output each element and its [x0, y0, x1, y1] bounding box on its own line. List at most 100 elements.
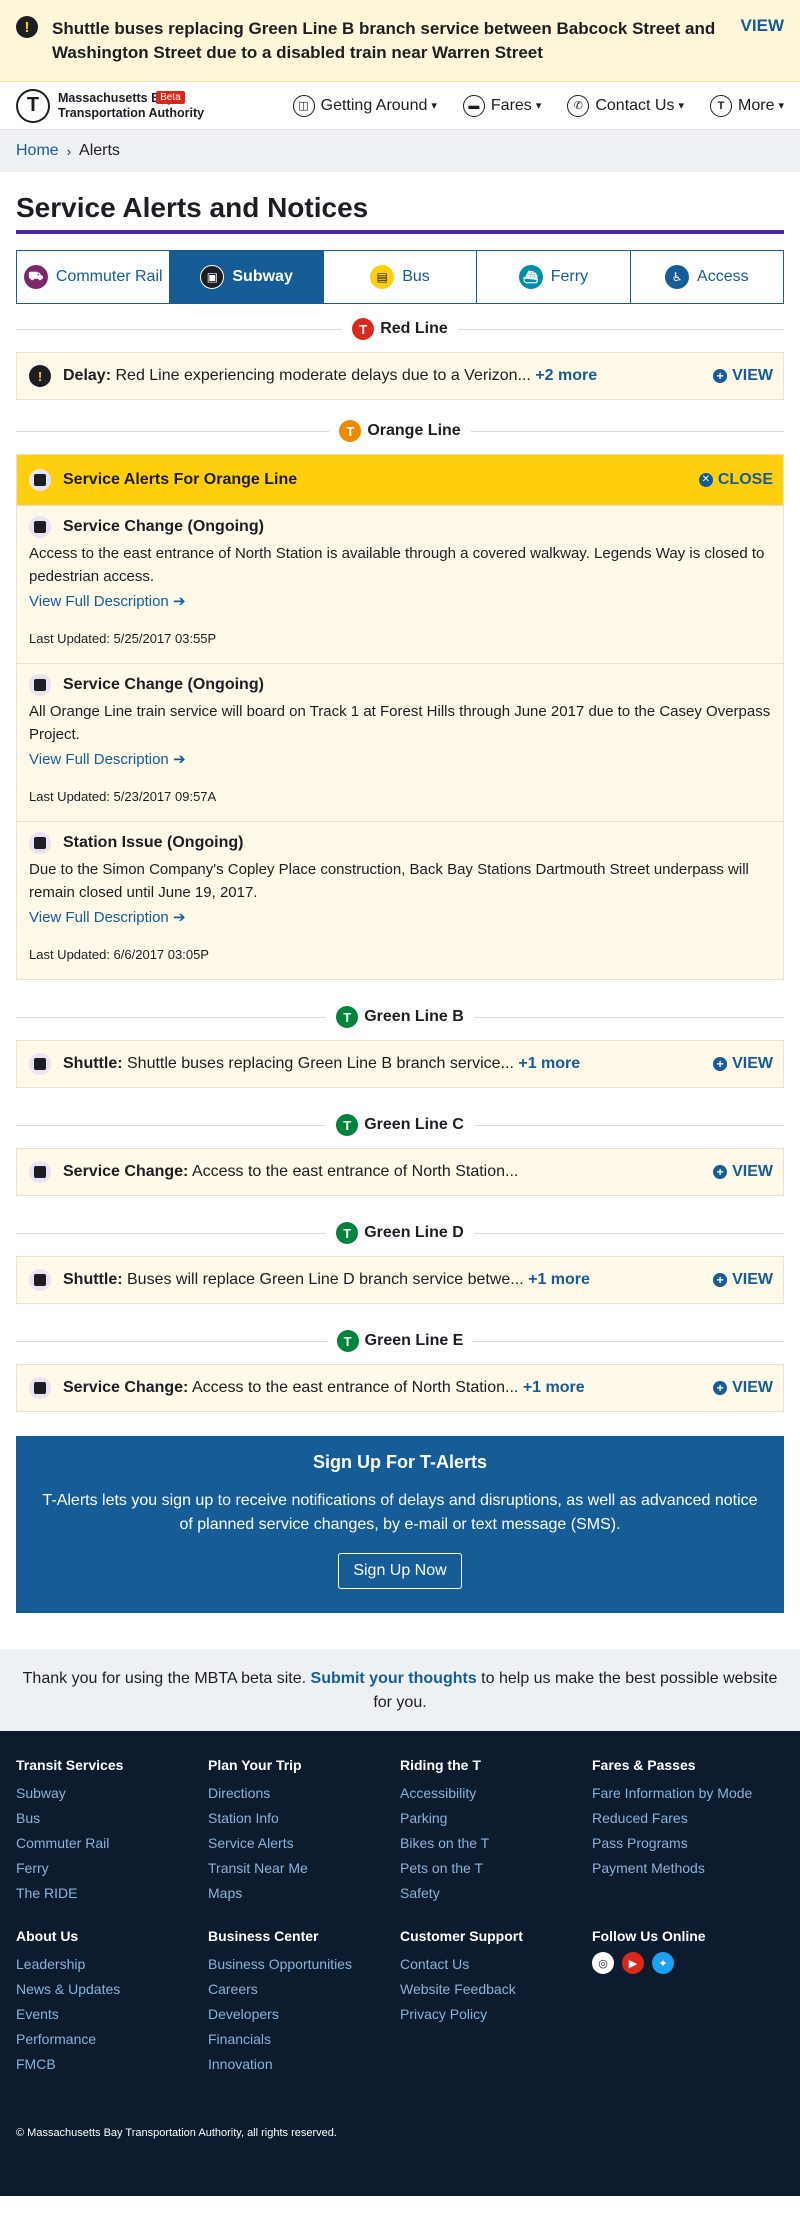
- subway-alert-icon: [29, 1377, 51, 1399]
- footer-link[interactable]: Developers: [208, 2002, 400, 2027]
- nav-contact-us[interactable]: ✆ Contact Us ▾: [567, 94, 685, 117]
- orange-line-icon: T: [339, 420, 362, 442]
- page-title: Service Alerts and Notices: [16, 192, 784, 234]
- map-icon: ◫: [292, 94, 315, 117]
- footer-link[interactable]: Subway: [16, 1781, 208, 1806]
- chevron-down-icon: ▾: [678, 100, 685, 112]
- plus-circle-icon: +: [713, 369, 728, 383]
- footer-link[interactable]: Ferry: [16, 1856, 208, 1881]
- close-icon: ✕: [698, 473, 713, 487]
- mbta-logo[interactable]: T Massachusetts Bay Transportation Autho…: [16, 88, 204, 123]
- footer-link[interactable]: Fare Information by Mode: [592, 1781, 784, 1806]
- warning-icon: !: [29, 365, 51, 387]
- footer-link[interactable]: Leadership: [16, 1952, 208, 1977]
- chevron-down-icon: ▾: [535, 100, 542, 112]
- view-button[interactable]: + VIEW: [713, 1379, 773, 1397]
- footer-link[interactable]: Careers: [208, 1977, 400, 2002]
- green-line-icon: T: [336, 1222, 359, 1244]
- t-more-icon: T: [710, 94, 733, 117]
- tab-bus[interactable]: ▤ Bus: [324, 251, 478, 303]
- twitter-icon[interactable]: ✦: [652, 1952, 674, 1974]
- footer-link[interactable]: Accessibility: [400, 1781, 592, 1806]
- sign-up-button[interactable]: Sign Up Now: [338, 1553, 462, 1589]
- footer-link[interactable]: Payment Methods: [592, 1856, 784, 1881]
- card-icon: ▬: [462, 94, 485, 117]
- beta-badge: Beta: [156, 90, 185, 104]
- green-line-d-alert[interactable]: Shuttle: Buses will replace Green Line D…: [16, 1256, 784, 1304]
- view-button[interactable]: + VIEW: [713, 1055, 773, 1073]
- tab-ferry[interactable]: ⛴ Ferry: [477, 251, 631, 303]
- nav-getting-around[interactable]: ◫ Getting Around ▾: [292, 94, 437, 117]
- footer-link[interactable]: Transit Near Me: [208, 1856, 400, 1881]
- alert-entry: Station Issue (Ongoing) Due to the Simon…: [17, 821, 783, 979]
- close-button[interactable]: ✕ CLOSE: [698, 471, 773, 489]
- footer-link[interactable]: Privacy Policy: [400, 2002, 592, 2027]
- signup-title: Sign Up For T-Alerts: [312, 1452, 487, 1472]
- footer-link[interactable]: The RIDE: [16, 1881, 208, 1906]
- view-button[interactable]: + VIEW: [713, 1271, 773, 1289]
- view-full-description-link[interactable]: View Full Description ➔: [29, 908, 186, 926]
- footer-link[interactable]: Pets on the T: [400, 1856, 592, 1881]
- green-line-e-alert[interactable]: Service Change: Access to the east entra…: [16, 1364, 784, 1412]
- footer-link[interactable]: Innovation: [208, 2052, 400, 2077]
- view-button[interactable]: + VIEW: [713, 367, 773, 385]
- view-full-description-link[interactable]: View Full Description ➔: [29, 750, 186, 768]
- tab-commuter-rail[interactable]: ⛟ Commuter Rail: [17, 251, 171, 303]
- footer-link[interactable]: Parking: [400, 1806, 592, 1831]
- footer-col-business-center: Business Center Business Opportunities C…: [208, 1928, 400, 2077]
- nav-more[interactable]: T More ▾: [710, 94, 784, 117]
- footer-link[interactable]: FMCB: [16, 2052, 208, 2077]
- subway-alert-icon: [29, 469, 51, 491]
- footer-col-about-us: About Us Leadership News & Updates Event…: [16, 1928, 208, 2077]
- breadcrumb-home[interactable]: Home: [16, 142, 59, 160]
- green-line-b-heading: T Green Line B: [16, 1006, 785, 1028]
- footer-link[interactable]: Reduced Fares: [592, 1806, 784, 1831]
- submit-thoughts-link[interactable]: Submit your thoughts: [311, 1670, 477, 1687]
- footer-link[interactable]: Financials: [208, 2027, 400, 2052]
- youtube-icon[interactable]: ▶: [622, 1952, 644, 1974]
- green-line-icon: T: [336, 1114, 359, 1136]
- plus-circle-icon: +: [713, 1273, 728, 1287]
- footer-link[interactable]: Performance: [16, 2027, 208, 2052]
- footer-col-fares-passes: Fares & Passes Fare Information by Mode …: [592, 1757, 784, 1906]
- subway-alert-icon: [29, 832, 51, 854]
- breadcrumb-current: Alerts: [79, 142, 120, 159]
- green-line-c-alert[interactable]: Service Change: Access to the east entra…: [16, 1148, 784, 1196]
- footer-link[interactable]: Commuter Rail: [16, 1831, 208, 1856]
- tab-access[interactable]: ♿ Access: [631, 251, 783, 303]
- footer-link[interactable]: Maps: [208, 1881, 400, 1906]
- footer-link[interactable]: Bikes on the T: [400, 1831, 592, 1856]
- phone-icon: ✆: [567, 94, 590, 117]
- footer-link[interactable]: Website Feedback: [400, 1977, 592, 2002]
- subway-alert-icon: [29, 1269, 51, 1291]
- green-line-c-heading: T Green Line C: [16, 1114, 785, 1136]
- footer-link[interactable]: Safety: [400, 1881, 592, 1906]
- footer-link[interactable]: Business Opportunities: [208, 1952, 400, 1977]
- banner-text: Shuttle buses replacing Green Line B bra…: [52, 18, 716, 62]
- footer-link[interactable]: Pass Programs: [592, 1831, 784, 1856]
- footer-link[interactable]: Bus: [16, 1806, 208, 1831]
- footer-link[interactable]: Station Info: [208, 1806, 400, 1831]
- view-full-description-link[interactable]: View Full Description ➔: [29, 592, 186, 610]
- footer-link[interactable]: Contact Us: [400, 1952, 592, 1977]
- footer-link[interactable]: Service Alerts: [208, 1831, 400, 1856]
- main-content: Service Alerts and Notices ⛟ Commuter Ra…: [0, 192, 800, 1613]
- footer-link[interactable]: News & Updates: [16, 1977, 208, 2002]
- site-header: T Massachusetts Bay Transportation Autho…: [0, 82, 800, 130]
- plus-circle-icon: +: [713, 1057, 728, 1071]
- top-alert-banner: ! Shuttle buses replacing Green Line B b…: [0, 0, 800, 82]
- alert-entry: Service Change (Ongoing) Access to the e…: [17, 505, 783, 663]
- breadcrumb: Home › Alerts: [0, 130, 800, 172]
- footer-link[interactable]: Events: [16, 2002, 208, 2027]
- green-line-b-alert[interactable]: Shuttle: Shuttle buses replacing Green L…: [16, 1040, 784, 1088]
- footer-link[interactable]: Directions: [208, 1781, 400, 1806]
- red-line-alert[interactable]: ! Delay: Red Line experiencing moderate …: [16, 352, 784, 400]
- tab-subway[interactable]: ▣ Subway: [170, 251, 324, 303]
- banner-view-link[interactable]: VIEW: [741, 16, 784, 36]
- nav-fares[interactable]: ▬ Fares ▾: [462, 94, 542, 117]
- instagram-icon[interactable]: ◎: [592, 1952, 614, 1974]
- site-footer: Transit Services Subway Bus Commuter Rai…: [0, 1731, 800, 2196]
- footer-col-follow-us: Follow Us Online ◎ ▶ ✦: [592, 1928, 784, 2077]
- footer-col-plan-your-trip: Plan Your Trip Directions Station Info S…: [208, 1757, 400, 1906]
- view-button[interactable]: + VIEW: [713, 1163, 773, 1181]
